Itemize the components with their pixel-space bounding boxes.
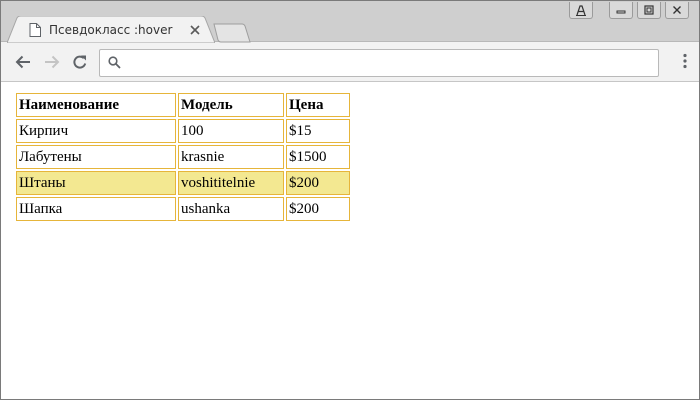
minimize-icon (616, 10, 626, 14)
close-window-icon (673, 6, 681, 14)
forward-arrow-icon (45, 55, 60, 69)
address-input[interactable] (128, 53, 652, 73)
goods-table: Наименование Модель Цена Кирпич 100 $15 … (14, 91, 352, 223)
user-button[interactable] (569, 2, 593, 19)
browser-window: Псевдокласс :hover Наименование Модель Ц… (0, 0, 700, 400)
user-icon (576, 4, 586, 16)
kebab-menu-icon[interactable] (683, 53, 687, 69)
address-bar[interactable] (99, 49, 659, 77)
column-header-model: Модель (178, 93, 284, 117)
cell-model: 100 (178, 119, 284, 143)
cell-model: krasnie (178, 145, 284, 169)
tab-strip: Псевдокласс :hover (1, 1, 699, 43)
column-header-name: Наименование (16, 93, 176, 117)
back-button[interactable] (13, 52, 33, 72)
cell-name: Штаны (16, 171, 176, 195)
restore-icon (644, 5, 654, 15)
cell-name: Лабутены (16, 145, 176, 169)
table-header-row: Наименование Модель Цена (16, 93, 350, 117)
minimize-button[interactable] (609, 2, 633, 19)
table-row[interactable]: Лабутены krasnie $1500 (16, 145, 350, 169)
window-controls (565, 2, 689, 20)
table-row-hovered[interactable]: Штаны voshititelnie $200 (16, 171, 350, 195)
back-arrow-icon (15, 55, 30, 69)
cell-price: $15 (286, 119, 350, 143)
cell-price: $200 (286, 197, 350, 221)
cell-name: Кирпич (16, 119, 176, 143)
forward-button[interactable] (42, 52, 62, 72)
browser-toolbar (1, 42, 699, 82)
restore-button[interactable] (637, 2, 661, 19)
table-row[interactable]: Кирпич 100 $15 (16, 119, 350, 143)
close-window-button[interactable] (665, 2, 689, 19)
page-viewport: Наименование Модель Цена Кирпич 100 $15 … (1, 82, 699, 399)
tab-label-area[interactable]: Псевдокласс :hover (29, 18, 209, 42)
close-icon[interactable] (189, 24, 201, 36)
tab-title: Псевдокласс :hover (49, 23, 173, 37)
reload-button[interactable] (70, 52, 90, 72)
cell-model: voshititelnie (178, 171, 284, 195)
cell-price: $200 (286, 171, 350, 195)
table-row[interactable]: Шапка ushanka $200 (16, 197, 350, 221)
cell-price: $1500 (286, 145, 350, 169)
cell-name: Шапка (16, 197, 176, 221)
column-header-price: Цена (286, 93, 350, 117)
cell-model: ushanka (178, 197, 284, 221)
search-icon (108, 56, 121, 69)
page-icon (29, 23, 41, 37)
reload-icon (73, 55, 87, 69)
new-tab-button[interactable] (213, 23, 253, 43)
